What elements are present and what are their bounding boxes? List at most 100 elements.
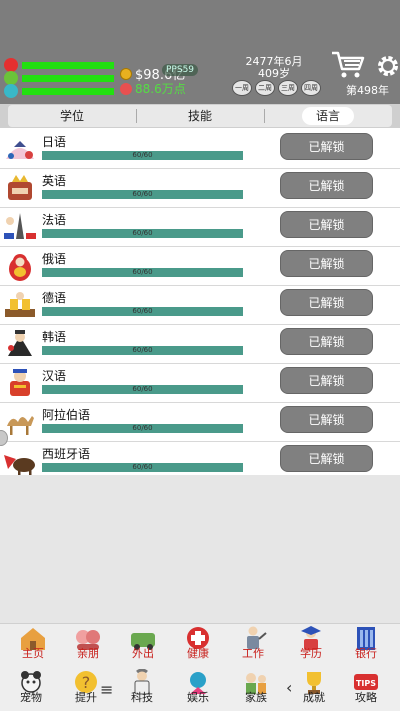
settings-gear-icon[interactable] bbox=[375, 53, 400, 79]
week-4-button[interactable]: 四周 bbox=[301, 80, 321, 96]
nav-home-label: 主页 bbox=[22, 647, 44, 660]
nav-work[interactable]: 工作 bbox=[227, 624, 279, 666]
nav-outing[interactable]: 外出 bbox=[117, 624, 169, 666]
progress-bar: 60/60 bbox=[42, 424, 243, 433]
unlocked-button[interactable]: 已解锁 bbox=[280, 445, 373, 472]
progress-bar: 60/60 bbox=[42, 151, 243, 160]
list-item: 德语 60/60 已解锁 bbox=[0, 286, 400, 325]
progress-bar: 60/60 bbox=[42, 385, 243, 394]
nav-family[interactable]: 家族 bbox=[230, 668, 282, 710]
year-counter: 第498年 bbox=[346, 84, 389, 97]
nav-tech[interactable]: 科技 bbox=[116, 668, 168, 710]
fame-value: 88.6万点 bbox=[135, 82, 186, 96]
unlocked-button[interactable]: 已解锁 bbox=[280, 289, 373, 316]
language-list: 日语 60/60 已解锁 英语 60/60 已解锁 法语 60/60 已解锁 俄… bbox=[0, 130, 400, 481]
nav-health[interactable]: 健康 bbox=[172, 624, 224, 666]
week-3-button[interactable]: 三周 bbox=[278, 80, 298, 96]
nav-achievement-label: 成就 bbox=[303, 691, 325, 704]
language-name: 英语 bbox=[42, 174, 67, 188]
nav-work-label: 工作 bbox=[242, 647, 264, 660]
language-name: 西班牙语 bbox=[42, 447, 91, 461]
nav-entertainment-label: 娱乐 bbox=[187, 691, 209, 704]
language-name: 法语 bbox=[42, 213, 67, 227]
smiley-icon bbox=[4, 71, 18, 85]
list-item: 法语 60/60 已解锁 bbox=[0, 208, 400, 247]
nav-outing-label: 外出 bbox=[132, 647, 154, 660]
list-item: 日语 60/60 已解锁 bbox=[0, 130, 400, 169]
progress-text: 60/60 bbox=[132, 385, 153, 393]
nav-home[interactable]: 主页 bbox=[7, 624, 59, 666]
list-item: 阿拉伯语 60/60 已解锁 bbox=[0, 403, 400, 442]
nav-education[interactable]: 学历 bbox=[285, 624, 337, 666]
nav-achievement[interactable]: 成就 bbox=[288, 668, 340, 710]
language-name: 韩语 bbox=[42, 330, 67, 344]
fame-display: 88.6万点 bbox=[120, 80, 186, 97]
game-date: 2477年6月 409岁 bbox=[232, 56, 316, 80]
language-name: 德语 bbox=[42, 291, 67, 305]
list-item: 俄语 60/60 已解锁 bbox=[0, 247, 400, 286]
nav-row-bottom: 宠物 ? 提升 ≡ 科技 娱乐 家族 ‹ 成就 TIPS 攻略 bbox=[0, 668, 400, 710]
england-icon bbox=[8, 175, 32, 200]
language-name: 阿拉伯语 bbox=[42, 408, 91, 422]
nav-friends-label: 亲朋 bbox=[77, 647, 99, 660]
week-2-button[interactable]: 二周 bbox=[255, 80, 275, 96]
nav-pet[interactable]: 宠物 bbox=[5, 668, 57, 710]
tab-degree[interactable]: 学位 bbox=[8, 105, 136, 127]
tab-skills-label: 技能 bbox=[187, 109, 212, 123]
progress-bar: 60/60 bbox=[42, 229, 243, 238]
unlocked-button[interactable]: 已解锁 bbox=[280, 133, 373, 160]
germany-icon bbox=[5, 292, 35, 317]
russia-icon bbox=[9, 254, 31, 281]
unlocked-button[interactable]: 已解锁 bbox=[280, 328, 373, 355]
language-name: 汉语 bbox=[42, 369, 67, 383]
list-item: 英语 60/60 已解锁 bbox=[0, 169, 400, 208]
nav-friends[interactable]: 亲朋 bbox=[62, 624, 114, 666]
nav-pet-label: 宠物 bbox=[20, 691, 42, 704]
nav-guide-label: 攻略 bbox=[355, 691, 377, 704]
mood-bar bbox=[22, 74, 114, 82]
nav-family-label: 家族 bbox=[245, 691, 267, 704]
progress-text: 60/60 bbox=[132, 229, 153, 237]
progress-bar: 60/60 bbox=[42, 190, 243, 199]
week-1-button[interactable]: 一周 bbox=[232, 80, 252, 96]
health-bar bbox=[22, 61, 114, 69]
progress-text: 60/60 bbox=[132, 424, 153, 432]
progress-bar: 60/60 bbox=[42, 346, 243, 355]
week-selector: 一周 二周 三周 四周 bbox=[232, 80, 321, 96]
energy-stat bbox=[4, 84, 114, 98]
brain-icon bbox=[4, 84, 18, 98]
coin-icon bbox=[120, 67, 132, 80]
unlocked-button[interactable]: 已解锁 bbox=[280, 211, 373, 238]
nav-tech-label: 科技 bbox=[131, 691, 153, 704]
language-name: 俄语 bbox=[42, 252, 67, 266]
nav-entertainment[interactable]: 娱乐 bbox=[172, 668, 224, 710]
progress-text: 60/60 bbox=[132, 268, 153, 276]
nav-guide[interactable]: TIPS 攻略 bbox=[340, 668, 392, 710]
tab-degree-label: 学位 bbox=[59, 109, 84, 123]
bottom-navigation: 主页 亲朋 外出 健康 工作 学历 银行 宠物 ? 提升 ≡ 科技 娱乐 家族 … bbox=[0, 623, 400, 711]
menu-icon[interactable]: ≡ bbox=[100, 680, 113, 699]
unlocked-button[interactable]: 已解锁 bbox=[280, 250, 373, 277]
unlocked-button[interactable]: 已解锁 bbox=[280, 367, 373, 394]
progress-text: 60/60 bbox=[132, 307, 153, 315]
progress-text: 60/60 bbox=[132, 151, 153, 159]
progress-text: 60/60 bbox=[132, 346, 153, 354]
tab-languages[interactable]: 语言 bbox=[264, 105, 392, 127]
tab-languages-label: 语言 bbox=[301, 107, 354, 125]
tab-skills[interactable]: 技能 bbox=[136, 105, 264, 127]
status-header: $98.6亿 PPS59 88.6万点 2477年6月 409岁 一周 二周 三… bbox=[0, 0, 400, 104]
language-name: 日语 bbox=[42, 135, 67, 149]
france-icon bbox=[4, 213, 36, 239]
unlocked-button[interactable]: 已解锁 bbox=[280, 172, 373, 199]
shopping-cart-icon[interactable] bbox=[330, 50, 366, 80]
nav-row-top: 主页 亲朋 外出 健康 工作 学历 银行 bbox=[0, 624, 400, 666]
svg-text:TIPS: TIPS bbox=[356, 679, 376, 688]
unlocked-button[interactable]: 已解锁 bbox=[280, 406, 373, 433]
energy-bar bbox=[22, 87, 114, 95]
spain-bull-icon bbox=[4, 455, 35, 475]
progress-text: 60/60 bbox=[132, 190, 153, 198]
heart-icon bbox=[4, 58, 18, 72]
tab-bar: 学位 技能 语言 bbox=[0, 104, 400, 128]
mood-stat bbox=[4, 71, 114, 85]
nav-bank[interactable]: 银行 bbox=[340, 624, 392, 666]
